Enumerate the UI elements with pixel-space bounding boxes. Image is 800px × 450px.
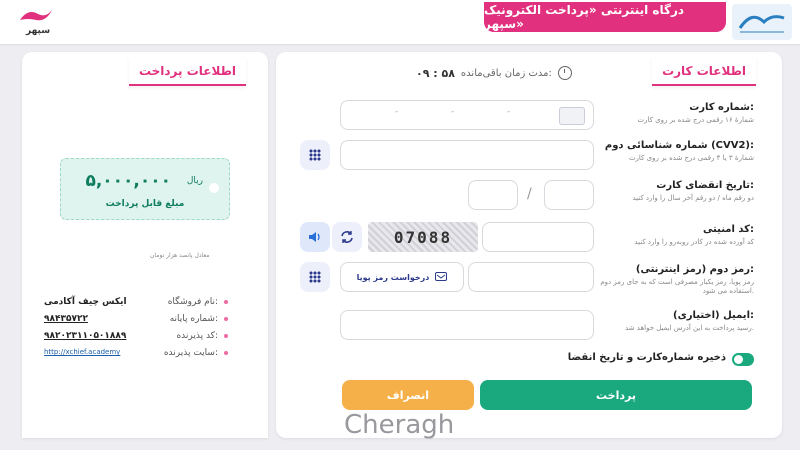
- site-key: سایت پذیرنده:: [163, 348, 218, 358]
- keypad-icon: [309, 271, 321, 283]
- save-card-label: ذخیره شماره‌کارت و تاریخ انقضا: [567, 352, 726, 363]
- clock-icon: [557, 66, 572, 80]
- otp-request-button[interactable]: درخواست رمز پویا: [340, 262, 464, 292]
- merchant-key: نام فروشگاه:: [167, 297, 218, 307]
- card-info-panel: اطلاعات کارت ۰۹ : ۵۸ مدت زمان باقی‌مانده…: [276, 52, 782, 438]
- merchant-name: ایکس چیف آکادمی: [44, 297, 127, 307]
- pin2-label: رمز دوم (رمز اینترنتی): رمز پویا، رمز یک…: [584, 264, 754, 296]
- terminal-key: شماره پایانه:: [169, 314, 218, 324]
- cvv2-hint: شمارهٔ ۳ یا ۴ رقمی درج شده بر روی کارت: [628, 154, 754, 162]
- expiry-title: تاریخ انقضای کارت:: [656, 180, 754, 191]
- keypad-icon: [309, 149, 321, 161]
- bullet-icon: [224, 334, 228, 338]
- card-number-title: شماره کارت:: [689, 102, 754, 113]
- credit-card-icon: [559, 107, 585, 125]
- save-card-toggle[interactable]: [732, 353, 754, 366]
- captcha-hint: کد آورده شده در کادر روبه‌رو را وارد کنی…: [634, 238, 754, 246]
- tag-hole-icon: [209, 183, 219, 193]
- cvv2-title: شماره شناسائی دوم (CVV2):: [604, 140, 754, 151]
- card-info-tab: اطلاعات کارت: [652, 58, 756, 86]
- receipt-zigzag-edge: [22, 424, 268, 438]
- captcha-title: کد امنیتی:: [702, 224, 754, 235]
- pin2-input[interactable]: [468, 262, 594, 292]
- expiry-hint: دو رقم ماه / دو رقم آخر سال را وارد کنید: [632, 194, 754, 202]
- amount-equivalent: معادل پانصد هزار تومان: [150, 252, 210, 259]
- amount-value: ۵,۰۰۰,۰۰۰: [85, 171, 171, 191]
- sepehr-logo: سپهر: [16, 6, 86, 40]
- bullet-icon: [224, 300, 228, 304]
- email-input[interactable]: [340, 310, 594, 340]
- amount-tag: ۵,۰۰۰,۰۰۰ ریال مبلغ قابل پرداخت: [60, 158, 230, 220]
- detail-row-terminal: ۹۸۴۳۵۷۲۲ شماره پایانه:: [44, 314, 234, 324]
- card-sep-1: -: [395, 107, 399, 117]
- timer-value: ۰۹ : ۵۸: [416, 66, 455, 80]
- pay-button[interactable]: پرداخت: [480, 380, 752, 410]
- page-title: درگاه اینترنتی «پرداخت الکترونیک سپهر»: [484, 2, 726, 32]
- email-title: ایمیل (اختیاری):: [673, 310, 754, 321]
- bullet-icon: [224, 351, 228, 355]
- pin2-title: رمز دوم (رمز اینترنتی):: [635, 264, 754, 275]
- otp-request-label: درخواست رمز پویا: [356, 272, 430, 282]
- acceptor-code: ۹۸۲۰۲۳۱۱۰۵۰۱۸۸۹: [44, 331, 127, 341]
- email-label: ایمیل (اختیاری): رسید پرداخت به این آدرس…: [584, 310, 754, 333]
- cvv2-label: شماره شناسائی دوم (CVV2): شمارهٔ ۳ یا ۴ …: [584, 140, 754, 163]
- watermark: Cheragh: [344, 410, 455, 440]
- sepehr-logo-text: سپهر: [26, 26, 51, 36]
- bullet-icon: [224, 317, 228, 321]
- top-bar: سپهر درگاه اینترنتی «پرداخت الکترونیک سپ…: [0, 0, 800, 44]
- detail-row-merchant: ایکس چیف آکادمی نام فروشگاه:: [44, 297, 234, 307]
- expiry-year-input[interactable]: [468, 180, 518, 210]
- message-icon: [435, 272, 448, 281]
- amount-caption: مبلغ قابل پرداخت: [105, 199, 185, 209]
- captcha-audio-button[interactable]: [300, 222, 330, 252]
- pin2-keypad-button[interactable]: [300, 262, 330, 292]
- payment-info-panel: اطلاعات پرداخت: [22, 52, 268, 438]
- expiry-label: تاریخ انقضای کارت: دو رقم ماه / دو رقم آ…: [584, 180, 754, 203]
- expiry-month-input[interactable]: [544, 180, 594, 210]
- merchant-site-link[interactable]: http://xchief.academy: [44, 348, 120, 358]
- detail-row-site: http://xchief.academy سایت پذیرنده:: [44, 348, 234, 358]
- speaker-icon: [309, 232, 320, 242]
- card-number-label: شماره کارت: شمارهٔ ۱۶ رقمی درج شده بر رو…: [584, 102, 754, 125]
- card-sep-3: -: [507, 107, 511, 117]
- expiry-separator: /: [527, 186, 532, 202]
- detail-row-acceptor: ۹۸۲۰۲۳۱۱۰۵۰۱۸۸۹ کد پذیرنده:: [44, 331, 234, 341]
- acceptor-key: کد پذیرنده:: [176, 331, 218, 341]
- terminal-number: ۹۸۴۳۵۷۲۲: [44, 314, 88, 324]
- captcha-text: 07088: [393, 227, 453, 247]
- card-sep-2: -: [451, 107, 455, 117]
- captcha-image: 07088: [368, 222, 478, 252]
- bird-logo-icon: [20, 10, 52, 21]
- card-number-hint: شمارهٔ ۱۶ رقمی درج شده بر روی کارت: [637, 116, 754, 124]
- cvv2-input[interactable]: [340, 140, 594, 170]
- timer-label: مدت زمان باقی‌مانده:: [460, 67, 552, 79]
- bank-emblem-icon: [732, 4, 792, 40]
- captcha-label: کد امنیتی: کد آورده شده در کادر روبه‌رو …: [584, 224, 754, 247]
- captcha-input[interactable]: [482, 222, 594, 252]
- refresh-icon: [341, 231, 353, 243]
- payment-info-tab: اطلاعات پرداخت: [128, 58, 246, 86]
- amount-currency: ریال: [186, 176, 203, 186]
- cvv2-keypad-button[interactable]: [300, 140, 330, 170]
- card-number-input[interactable]: - - -: [340, 100, 594, 130]
- cancel-button[interactable]: انصراف: [342, 380, 474, 410]
- timer: ۰۹ : ۵۸ مدت زمان باقی‌مانده:: [416, 66, 572, 80]
- pin2-hint: رمز پویا، رمز یکبار مصرفی است که به جای …: [600, 278, 754, 296]
- captcha-refresh-button[interactable]: [332, 222, 362, 252]
- email-hint: رسید پرداخت به این آدرس ایمیل خواهد شد.: [625, 324, 754, 332]
